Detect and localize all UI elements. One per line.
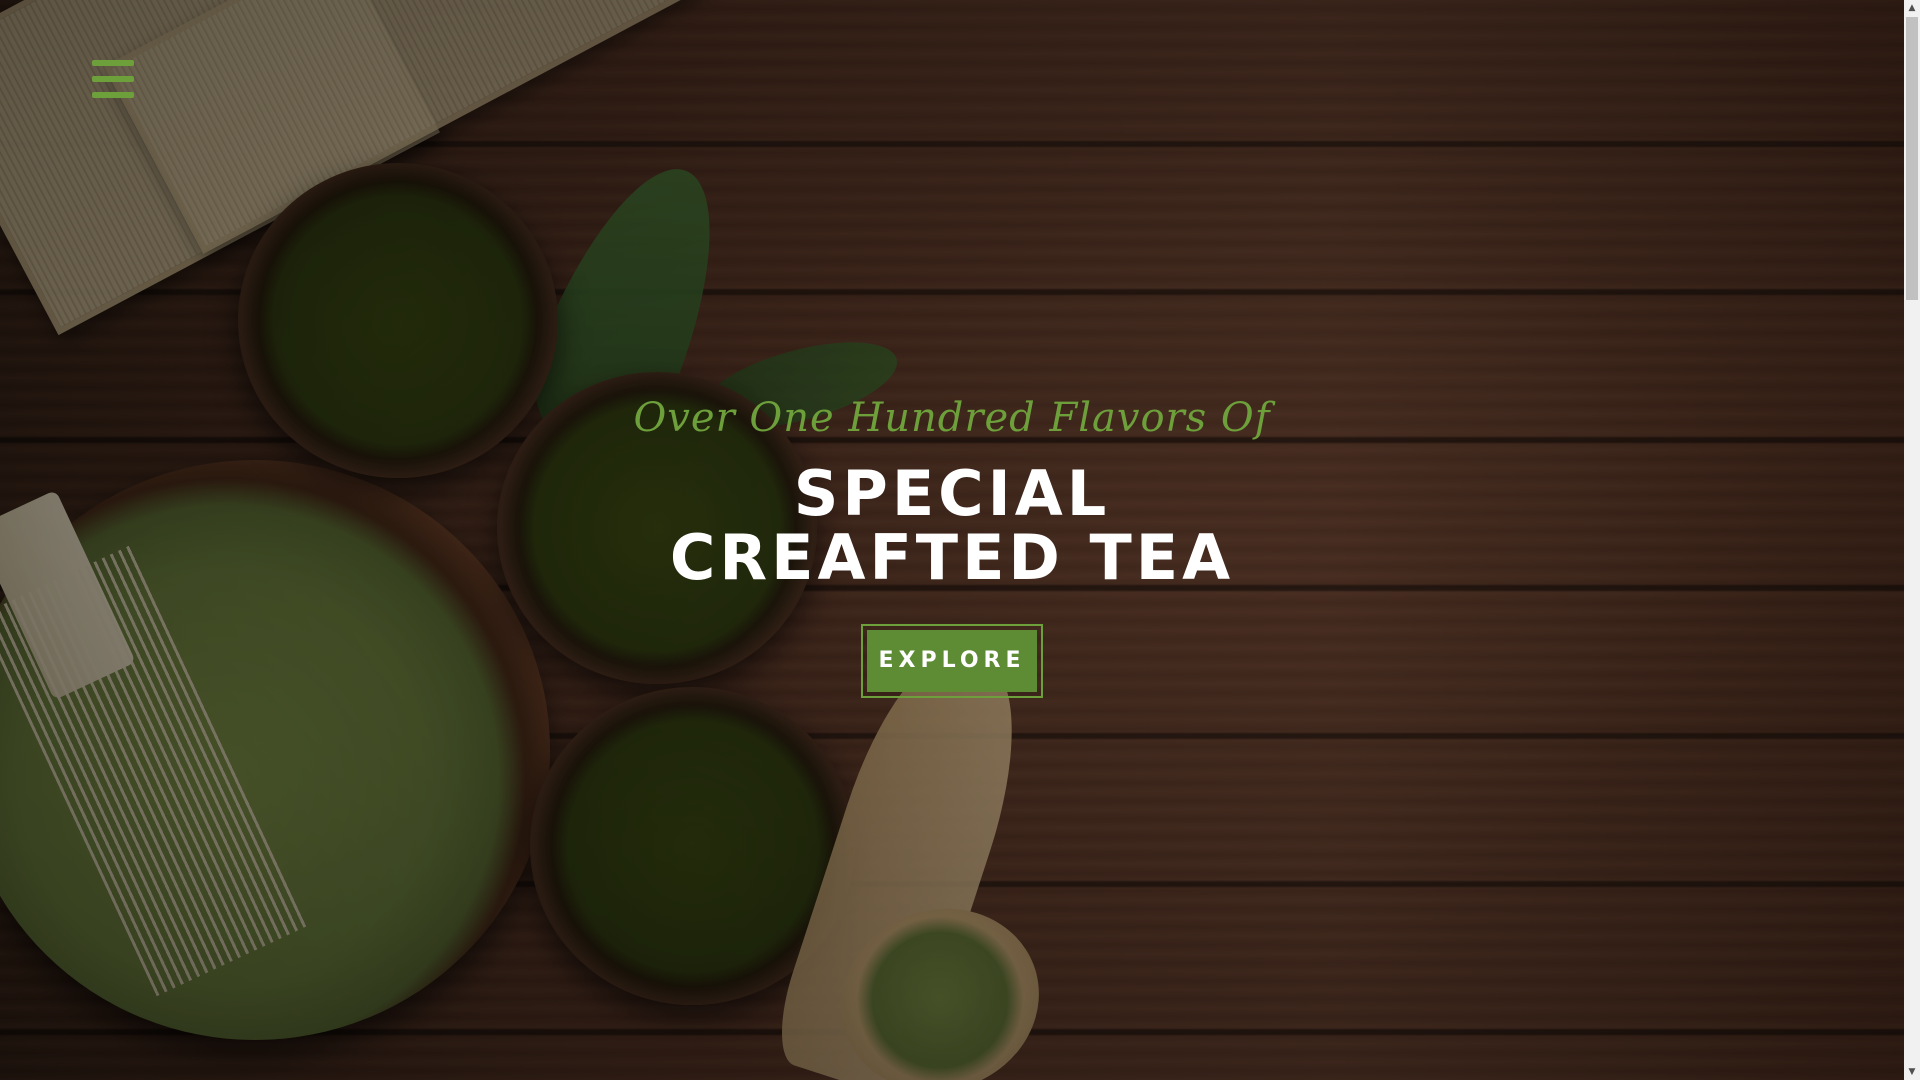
menu-bar	[92, 60, 134, 66]
explore-button[interactable]: EXPLORE	[867, 630, 1037, 692]
hero-title: SPECIAL CREAFTED TEA	[0, 462, 1904, 590]
explore-button-frame: EXPLORE	[861, 624, 1043, 698]
menu-bar	[92, 92, 134, 98]
hero-title-line-2: CREAFTED TEA	[669, 521, 1235, 594]
scrollbar[interactable]: ▲ ▼	[1904, 0, 1920, 1080]
scroll-up-arrow-icon[interactable]: ▲	[1904, 0, 1920, 16]
hero-tagline: Over One Hundred Flavors Of	[633, 395, 1271, 441]
scroll-down-arrow-icon[interactable]: ▼	[1904, 1064, 1920, 1080]
page: Over One Hundred Flavors Of SPECIAL CREA…	[0, 0, 1920, 1080]
hero-content: Over One Hundred Flavors Of SPECIAL CREA…	[0, 390, 1904, 698]
scrollbar-thumb[interactable]	[1906, 17, 1918, 300]
hero-title-line-1: SPECIAL	[793, 457, 1111, 530]
menu-bar	[92, 76, 134, 82]
hamburger-menu-icon[interactable]	[92, 60, 134, 98]
